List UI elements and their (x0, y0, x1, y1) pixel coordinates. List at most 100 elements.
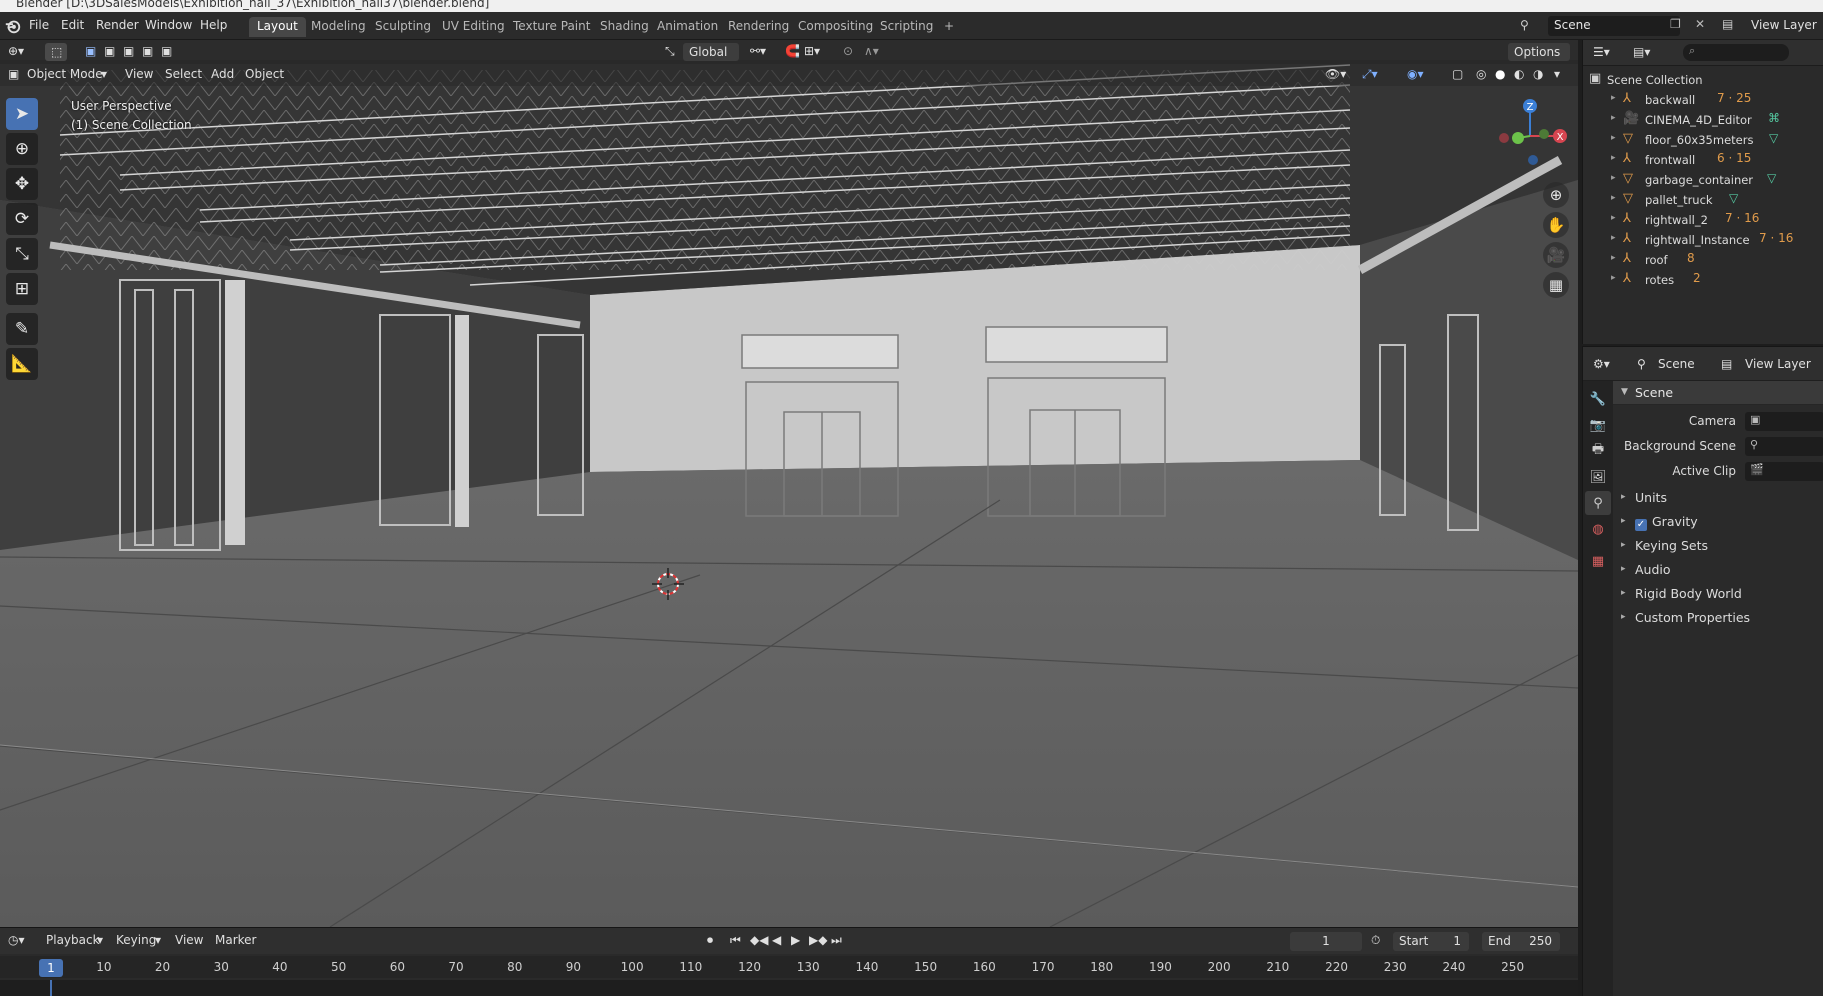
pan-hand-icon[interactable]: ✋ (1543, 212, 1569, 238)
keying-sets-subpanel[interactable]: ▸ Keying Sets (1613, 534, 1823, 558)
jump-start-icon[interactable]: ⏮ (730, 933, 741, 948)
rotate-tool-icon[interactable]: ⟳ (6, 203, 38, 235)
outliner-item[interactable]: ▸ ⅄ rightwall_2 7 · 16 (1583, 210, 1823, 230)
menu-help[interactable]: Help (200, 18, 227, 32)
tab-layout[interactable]: Layout (249, 17, 306, 37)
menu-window[interactable]: Window (145, 18, 192, 32)
mode-dropdown[interactable]: Object Mode (27, 67, 103, 81)
expand-arrow-icon[interactable]: ▸ (1611, 153, 1616, 163)
shading-material-icon[interactable]: ◐ (1514, 67, 1524, 81)
editor-type-icon[interactable]: ⊕▾ (8, 44, 24, 58)
expand-arrow-icon[interactable]: ▸ (1611, 93, 1616, 103)
new-scene-icon[interactable]: ❐ (1670, 17, 1681, 31)
pivot-point-icon[interactable]: ⚯▾ (750, 44, 766, 58)
rigid-body-world-subpanel[interactable]: ▸ Rigid Body World (1613, 582, 1823, 606)
select-mode-new-icon[interactable]: ▣ (85, 44, 96, 58)
scene-panel-header[interactable]: ▼ Scene (1613, 381, 1823, 405)
falloff-icon[interactable]: ∧▾ (864, 44, 879, 58)
3d-viewport[interactable]: ⊕▾ ⬚ ▣ ▣ ▣ ▣ ▣ ⤡ Global ⚯▾ 🧲 ⊞▾ ⊙ ∧▾ Opt… (0, 40, 1578, 927)
ortho-grid-icon[interactable]: ▦ (1543, 272, 1569, 298)
tab-uv-editing[interactable]: UV Editing (434, 17, 513, 37)
prev-keyframe-icon[interactable]: ◆◀ (750, 933, 768, 947)
expand-arrow-icon[interactable]: ▸ (1611, 273, 1616, 283)
timeline-menu-playback[interactable]: Playback (46, 933, 100, 947)
play-icon[interactable]: ▶ (791, 933, 800, 947)
next-keyframe-icon[interactable]: ▶◆ (809, 933, 827, 947)
custom-properties-subpanel[interactable]: ▸ Custom Properties (1613, 606, 1823, 630)
tab-modeling[interactable]: Modeling (303, 17, 374, 37)
gizmo-neg-y-axis[interactable] (1539, 129, 1549, 139)
gizmo-neg-x-axis[interactable] (1499, 133, 1509, 143)
output-tab-icon[interactable]: 🖶 (1585, 439, 1611, 463)
view-layer-tab-icon[interactable]: 🖼 (1585, 465, 1611, 489)
expand-arrow-icon[interactable]: ▸ (1611, 173, 1616, 183)
expand-arrow-icon[interactable]: ▸ (1611, 213, 1616, 223)
timeline-menu-keying[interactable]: Keying (116, 933, 156, 947)
tab-rendering[interactable]: Rendering (720, 17, 797, 37)
outliner-item[interactable]: ▸ ⅄ rotes 2 (1583, 270, 1823, 290)
expand-arrow-icon[interactable]: ▸ (1611, 113, 1616, 123)
select-mode-difference-icon[interactable]: ▣ (142, 44, 153, 58)
measure-tool-icon[interactable]: 📐 (6, 348, 38, 380)
expand-arrow-icon[interactable]: ▸ (1611, 233, 1616, 243)
overlay-toggle-icon[interactable]: ◉▾ (1407, 67, 1424, 81)
outliner-item[interactable]: ▸ 🎥 CINEMA_4D_Editor ⌘ (1583, 110, 1823, 130)
gizmo-toggle-icon[interactable]: ⤢▾ (1362, 67, 1378, 82)
snap-icon[interactable]: 🧲 (785, 44, 800, 58)
outliner-item[interactable]: ▸ ⅄ backwall 7 · 25 (1583, 90, 1823, 110)
zoom-icon[interactable]: ⊕ (1543, 182, 1569, 208)
options-dropdown[interactable]: Options (1508, 43, 1570, 61)
world-tab-icon[interactable]: ◍ (1585, 517, 1611, 541)
expand-arrow-icon[interactable]: ▸ (1611, 193, 1616, 203)
shading-options-chevron-icon[interactable]: ▾ (1554, 67, 1560, 81)
view-layer-selector[interactable]: View Layer (1751, 18, 1817, 32)
scale-tool-icon[interactable]: ⤡ (6, 238, 38, 270)
outliner-editor-type-icon[interactable]: ☰▾ (1593, 45, 1610, 59)
tab-texture-paint[interactable]: Texture Paint (505, 17, 598, 37)
tab-compositing[interactable]: Compositing (790, 17, 881, 37)
outliner-search-input[interactable]: ⌕ (1683, 44, 1789, 61)
transform-tool-icon[interactable]: ⊞ (6, 273, 38, 305)
transform-orientation-dropdown[interactable]: Global (683, 43, 739, 61)
shading-wireframe-icon[interactable]: ◎ (1476, 67, 1486, 81)
timeline-editor-type-icon[interactable]: ◷▾ (8, 933, 25, 947)
remove-scene-icon[interactable]: ✕ (1695, 17, 1705, 31)
tab-sculpting[interactable]: Sculpting (367, 17, 439, 37)
expand-arrow-icon[interactable]: ▸ (1611, 253, 1616, 263)
outliner-item[interactable]: ▸ ▽ floor_60x35meters ▽ (1583, 130, 1823, 150)
outliner-item[interactable]: ▸ ⅄ frontwall 6 · 15 (1583, 150, 1823, 170)
gizmo-y-axis[interactable] (1512, 132, 1524, 144)
tool-tab-icon[interactable]: 🔧 (1585, 387, 1611, 411)
menu-file[interactable]: File (29, 18, 49, 32)
expand-arrow-icon[interactable]: ▸ (1611, 133, 1616, 143)
select-mode-subtract-icon[interactable]: ▣ (123, 44, 134, 58)
outliner-item[interactable]: ▸ ▽ garbage_container ▽ (1583, 170, 1823, 190)
camera-selector[interactable]: ▣ (1745, 412, 1823, 431)
scene-tab-icon[interactable]: ⚲ (1585, 491, 1611, 515)
shading-solid-icon[interactable]: ● (1495, 67, 1505, 81)
viewport-menu-add[interactable]: Add (211, 67, 234, 81)
add-workspace-button[interactable]: + (936, 17, 962, 37)
viewport-menu-object[interactable]: Object (245, 67, 284, 81)
current-frame-field[interactable]: 1 (1290, 932, 1362, 951)
jump-end-icon[interactable]: ⏭ (831, 933, 842, 948)
proportional-edit-icon[interactable]: ⊙ (843, 44, 853, 58)
visibility-icon[interactable]: 👁▾ (1325, 67, 1346, 81)
gravity-subpanel[interactable]: ▸ ✓ Gravity (1613, 510, 1823, 534)
display-mode-icon[interactable]: ▤▾ (1633, 45, 1650, 59)
play-reverse-icon[interactable]: ◀ (772, 933, 781, 947)
xray-toggle-icon[interactable]: ▢ (1452, 67, 1463, 81)
tab-shading[interactable]: Shading (592, 17, 657, 37)
frame-ruler[interactable]: 1 10 20 30 40 50 60 70 80 90 100 110 120 130 140 150 16… (0, 956, 1578, 978)
viewport-menu-select[interactable]: Select (165, 67, 202, 81)
texture-tab-icon[interactable]: ▦ (1585, 549, 1611, 573)
start-frame-field[interactable]: Start 1 (1393, 932, 1469, 951)
menu-edit[interactable]: Edit (61, 18, 84, 32)
properties-view-layer-name[interactable]: View Layer (1745, 357, 1811, 371)
shading-rendered-icon[interactable]: ◑ (1533, 67, 1543, 81)
properties-scene-name[interactable]: Scene (1658, 357, 1695, 371)
menu-render[interactable]: Render (96, 18, 139, 32)
select-tool-icon[interactable]: ➤ (6, 98, 38, 130)
select-box-icon[interactable]: ⬚ (45, 43, 67, 61)
audio-subpanel[interactable]: ▸ Audio (1613, 558, 1823, 582)
